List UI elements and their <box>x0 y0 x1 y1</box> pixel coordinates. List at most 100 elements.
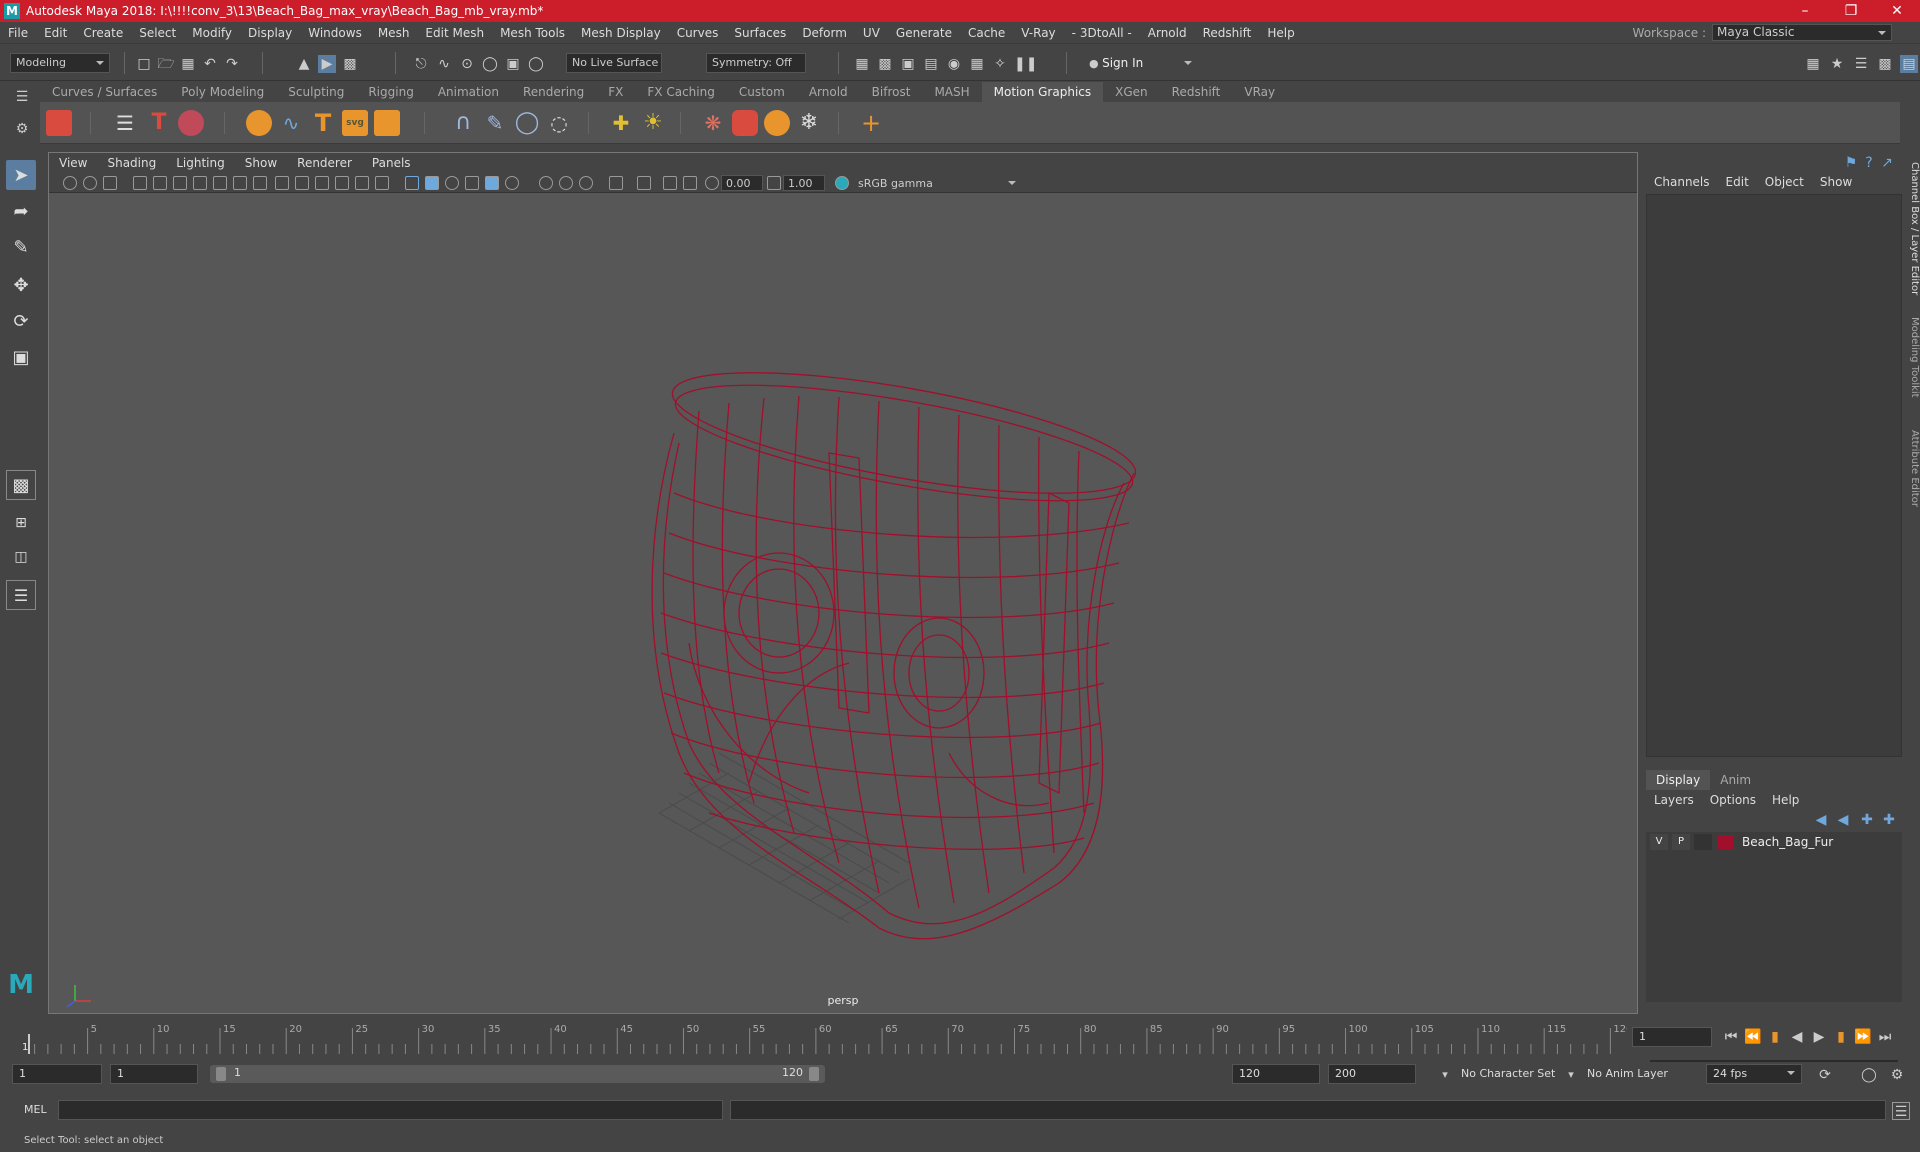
particles-icon[interactable]: ❋ <box>700 110 726 136</box>
go-to-end-icon[interactable]: ⏭ <box>1876 1028 1894 1046</box>
shelf-tab-bifrost[interactable]: Bifrost <box>860 82 923 102</box>
menu-3dtoall[interactable]: - 3DtoAll - <box>1064 26 1140 40</box>
sphere-icon[interactable] <box>246 110 272 136</box>
open-scene-icon[interactable]: 🗁 <box>157 55 175 73</box>
sign-in-button[interactable]: ● Sign In <box>1083 53 1198 73</box>
menu-select[interactable]: Select <box>131 26 184 40</box>
character-controls-icon[interactable]: ★ <box>1828 55 1846 73</box>
smooth-shade-icon[interactable] <box>315 176 329 190</box>
snap-point-icon[interactable]: ⊙ <box>458 55 476 73</box>
vp-menu-panels[interactable]: Panels <box>362 156 421 170</box>
shadows-icon[interactable] <box>445 176 459 190</box>
use-lights-icon[interactable] <box>375 176 389 190</box>
move-layer-up-icon[interactable]: ◀ <box>1812 811 1830 829</box>
shelf-tab-rendering[interactable]: Rendering <box>511 82 596 102</box>
layer-type-toggle[interactable] <box>1694 834 1712 850</box>
menu-edit-mesh[interactable]: Edit Mesh <box>417 26 492 40</box>
menu-deform[interactable]: Deform <box>794 26 855 40</box>
layer-playback-toggle[interactable]: P <box>1672 834 1690 850</box>
hud-icon[interactable] <box>637 176 651 190</box>
range-end-handle[interactable] <box>809 1067 819 1081</box>
bookmark-icon[interactable] <box>103 176 117 190</box>
default-material-icon[interactable] <box>335 176 349 190</box>
layer-name[interactable]: Beach_Bag_Fur <box>1742 835 1833 849</box>
safe-title-icon[interactable] <box>253 176 267 190</box>
vp-menu-shading[interactable]: Shading <box>97 156 166 170</box>
menu-cache[interactable]: Cache <box>960 26 1013 40</box>
xray-joints-icon[interactable] <box>559 176 573 190</box>
shelf-tab-fx[interactable]: FX <box>596 82 635 102</box>
end-time-field[interactable]: 200 <box>1328 1064 1416 1084</box>
cb-menu-channels[interactable]: Channels <box>1646 175 1718 189</box>
move-tool-icon[interactable]: ✥ <box>6 270 36 300</box>
time-slider[interactable]: 5 10 15 20 25 30 35 40 45 50 55 60 65 70 75 80 85 90 95 100… <box>22 1020 1632 1054</box>
undo-icon[interactable]: ↶ <box>201 55 219 73</box>
shelf-tab-motion-graphics[interactable]: Motion Graphics <box>981 82 1104 102</box>
select-hierarchy-icon[interactable]: ▲ <box>295 55 313 73</box>
character-set-dropdown[interactable]: No Character Set <box>1454 1064 1564 1084</box>
channel-box-icon[interactable]: ▤ <box>1900 55 1918 73</box>
shelf-tab-poly-modeling[interactable]: Poly Modeling <box>169 82 276 102</box>
select-tool-icon[interactable]: ➤ <box>6 160 36 190</box>
shelf-menu-icon[interactable]: ☰ <box>13 88 31 106</box>
layer-color-swatch[interactable] <box>1718 835 1734 849</box>
current-frame-field[interactable]: 1 <box>1632 1027 1712 1047</box>
menu-curves[interactable]: Curves <box>669 26 727 40</box>
save-scene-icon[interactable]: ▦ <box>179 55 197 73</box>
loop-icon[interactable]: ⟳ <box>1816 1066 1834 1084</box>
cb-pin-icon[interactable]: ⚑ <box>1842 154 1860 172</box>
mode-dropdown[interactable]: Modeling <box>10 53 110 73</box>
pause-render-icon[interactable]: ❚❚ <box>1014 55 1037 73</box>
plus-icon[interactable]: + <box>858 110 884 136</box>
shelf-tab-vray[interactable]: VRay <box>1232 82 1287 102</box>
menu-arnold[interactable]: Arnold <box>1140 26 1195 40</box>
menu-file[interactable]: File <box>0 26 36 40</box>
range-slider[interactable]: 1 120 <box>210 1065 825 1083</box>
field-chart-icon[interactable] <box>213 176 227 190</box>
playback-end-field[interactable]: 120 <box>1232 1064 1320 1084</box>
tab-attribute-editor[interactable]: Attribute Editor <box>1903 430 1920 507</box>
svg-tool-icon[interactable]: svg <box>342 110 368 136</box>
go-to-start-icon[interactable]: ⏮ <box>1722 1028 1740 1046</box>
menu-uv[interactable]: UV <box>855 26 888 40</box>
exposure-field[interactable]: 0.00 <box>721 175 763 191</box>
minimize-icon[interactable]: – <box>1782 0 1828 22</box>
menu-mesh[interactable]: Mesh <box>370 26 418 40</box>
render-settings-icon[interactable]: ▦ <box>853 55 871 73</box>
film-gate-icon[interactable] <box>153 176 167 190</box>
tab-anim[interactable]: Anim <box>1710 770 1761 790</box>
ipr-render-icon[interactable]: ▤ <box>922 55 940 73</box>
redo-icon[interactable]: ↷ <box>223 55 241 73</box>
outliner-icon[interactable]: ☰ <box>6 580 36 610</box>
locator-icon[interactable]: ✚ <box>608 110 634 136</box>
step-back-key-icon[interactable]: ⏪ <box>1744 1028 1762 1046</box>
type-tool-icon[interactable]: T <box>310 110 336 136</box>
ambient-occlusion-icon[interactable] <box>465 176 479 190</box>
light-editor-icon[interactable]: ✧ <box>991 55 1009 73</box>
le-menu-help[interactable]: Help <box>1764 793 1807 807</box>
menu-surfaces[interactable]: Surfaces <box>726 26 794 40</box>
new-scene-icon[interactable]: □ <box>135 55 153 73</box>
shelf-tab-redshift[interactable]: Redshift <box>1160 82 1233 102</box>
symmetry-dropdown[interactable]: Symmetry: Off <box>706 53 806 73</box>
range-start-handle[interactable] <box>216 1067 226 1081</box>
anim-layer-arrow-icon[interactable]: ▾ <box>1562 1066 1580 1084</box>
gate-mask-icon[interactable] <box>193 176 207 190</box>
gamma-reset-icon[interactable] <box>683 176 697 190</box>
menu-display[interactable]: Display <box>240 26 300 40</box>
character-set-arrow-icon[interactable]: ▾ <box>1436 1066 1454 1084</box>
vp-menu-renderer[interactable]: Renderer <box>287 156 362 170</box>
hypershade-icon[interactable]: ◉ <box>945 55 963 73</box>
render-current-icon[interactable]: ▣ <box>899 55 917 73</box>
isolate-select-icon[interactable] <box>539 176 553 190</box>
animation-prefs-icon[interactable]: ⚙ <box>1888 1066 1906 1084</box>
text-tool-icon[interactable]: T <box>146 110 172 136</box>
paint-effects-icon[interactable] <box>178 110 204 136</box>
le-menu-layers[interactable]: Layers <box>1646 793 1702 807</box>
snap-grid-icon[interactable]: ⎋ <box>412 55 430 73</box>
3d-viewport[interactable]: persp <box>49 193 1637 1013</box>
mash-network-icon[interactable] <box>46 110 72 136</box>
rotate-tool-icon[interactable]: ⟳ <box>6 306 36 336</box>
cloth-icon[interactable] <box>732 110 758 136</box>
step-forward-key-icon[interactable]: ⏩ <box>1854 1028 1872 1046</box>
